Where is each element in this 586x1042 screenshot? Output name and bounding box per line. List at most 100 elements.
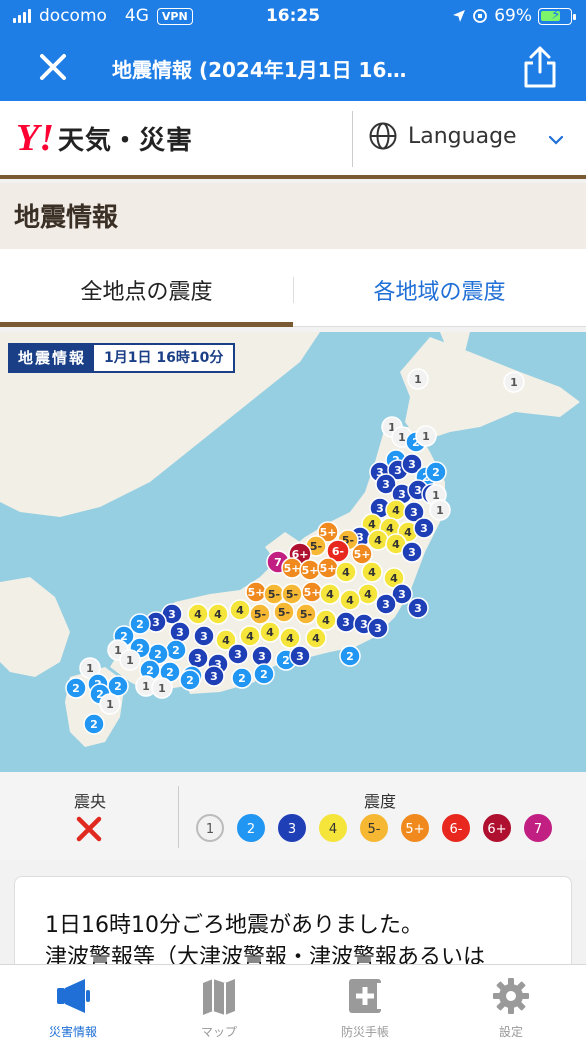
intensity-marker-label: 2: [72, 682, 80, 695]
intensity-marker-label: 4: [286, 632, 294, 645]
tab-by-region[interactable]: 各地域の震度: [293, 249, 586, 327]
intensity-marker-label: 3: [408, 458, 416, 471]
intensity-marker-label: 7: [274, 556, 282, 569]
intensity-marker-label: 1: [142, 680, 150, 693]
intensity-marker-label: 3: [296, 650, 304, 663]
intensity-marker-label: 1: [398, 431, 406, 444]
legend-divider: [178, 786, 179, 848]
intensity-marker-label: 2: [136, 618, 144, 631]
intensity-marker-label: 4: [390, 572, 398, 585]
intensity-marker-label: 6-: [332, 545, 344, 558]
intensity-marker-label: 4: [368, 518, 376, 531]
intensity-marker-label: 4: [222, 634, 230, 647]
intensity-marker-label: 3: [394, 464, 402, 477]
language-label: Language: [408, 123, 517, 149]
intensity-marker-label: 2: [90, 718, 98, 731]
intensity-marker-label: 3: [374, 622, 382, 635]
intensity-marker-label: 3: [200, 630, 208, 643]
intensity-marker-label: 3: [382, 478, 390, 491]
orientation-lock-icon: [473, 9, 488, 23]
first-aid-book-icon: [349, 979, 381, 1013]
intensity-legend-6+: 6+: [483, 814, 511, 842]
intensity-marker-label: 3: [234, 648, 242, 661]
language-selector[interactable]: Language: [368, 121, 517, 151]
intensity-legend-5+: 5+: [401, 814, 429, 842]
map-info-badge: 地震情報 1月1日 16時10分: [8, 343, 236, 373]
intensity-legend-3: 3: [278, 814, 306, 842]
bottom-tab-bar: 災害情報 マップ 防災手帳 設定: [0, 964, 586, 1042]
intensity-marker-label: 5-: [278, 606, 290, 619]
intensity-marker-label: 4: [342, 566, 350, 579]
summary-line-1: 1日16時10分ごろ地震がありました。: [45, 913, 423, 938]
page-title: 地震情報: [14, 203, 119, 233]
intensity-marker-label: 2: [146, 664, 154, 677]
intensity-marker-label: 4: [246, 630, 254, 643]
intensity-legend-4: 4: [319, 814, 347, 842]
intensity-marker-label: 5+: [302, 564, 319, 577]
intensity-legend-1: 1: [196, 814, 224, 842]
intensity-marker-label: 3: [258, 650, 266, 663]
intensity-marker-label: 5-: [268, 588, 280, 601]
intensity-marker-label: 1: [106, 698, 114, 711]
intensity-marker-label: 2: [172, 644, 180, 657]
intensity-marker-label: 1: [126, 654, 134, 667]
intensity-marker-label: 1: [86, 662, 94, 675]
intensity-marker-label: 4: [194, 608, 202, 621]
intensity-marker-label: 4: [266, 626, 274, 639]
tabbar-map[interactable]: マップ: [146, 965, 292, 1042]
tabbar-disaster-info[interactable]: 災害情報: [0, 965, 146, 1042]
intensity-marker-label: 4: [404, 526, 412, 539]
intensity-marker-label: 3: [398, 488, 406, 501]
intensity-marker-label: 5+: [354, 548, 371, 561]
map-canvas: 111121233322333334314443344315+5-6-5+5-6…: [0, 332, 580, 747]
tab-all-points[interactable]: 全地点の震度: [0, 249, 293, 327]
intensity-marker-label: 4: [322, 614, 330, 627]
intensity-marker-label: 3: [210, 670, 218, 683]
intensity-marker-label: 3: [420, 522, 428, 535]
intensity-marker-label: 3: [410, 506, 418, 519]
intensity-marker-label: 1: [422, 430, 430, 443]
intensity-legend-2: 2: [237, 814, 265, 842]
intensity-marker-label: 5+: [320, 526, 337, 539]
intensity-marker-label: 2: [238, 672, 246, 685]
intensity-marker-label: 4: [346, 594, 354, 607]
intensity-marker-label: 4: [236, 604, 244, 617]
intensity-tabs: 全地点の震度 各地域の震度: [0, 249, 586, 327]
map-badge-datetime: 1月1日 16時10分: [104, 350, 224, 366]
intensity-marker-label: 4: [374, 534, 382, 547]
epicenter-legend-title: 震央: [73, 792, 106, 811]
seismic-intensity-map[interactable]: 111121233322333334314443344315+5-6-5+5-6…: [0, 332, 586, 772]
intensity-marker-label: 5+: [304, 586, 321, 599]
intensity-marker-label: 5+: [284, 562, 301, 575]
map-legend: 震央 震度 1 2 3 4 5- 5+ 6- 6+ 7: [0, 772, 586, 860]
battery-icon: ⚡: [538, 7, 576, 25]
share-icon[interactable]: [520, 44, 560, 90]
intensity-marker-label: 3: [176, 626, 184, 639]
intensity-marker-label: 3: [408, 546, 416, 559]
intensity-marker-label: 4: [312, 632, 320, 645]
intensity-scale: 1 2 3 4 5- 5+ 6- 6+ 7: [196, 814, 552, 842]
intensity-marker-label: 2: [166, 666, 174, 679]
chevron-down-icon[interactable]: [548, 134, 564, 146]
intensity-marker-label: 1: [436, 504, 444, 517]
intensity-legend-title: 震度: [363, 792, 396, 811]
close-icon[interactable]: [34, 48, 72, 86]
service-name: 天気・災害: [58, 125, 194, 156]
intensity-marker-label: 5+: [248, 586, 265, 599]
intensity-marker-label: 2: [154, 648, 162, 661]
tabbar-label: マップ: [200, 1025, 237, 1039]
intensity-marker-label: 5+: [320, 562, 337, 575]
intensity-marker-label: 5-: [310, 540, 322, 553]
megaphone-icon: [57, 979, 90, 1013]
intensity-marker-label: 3: [376, 502, 384, 515]
intensity-marker-label: 2: [114, 680, 122, 693]
tabbar-disaster-handbook[interactable]: 防災手帳: [292, 965, 438, 1042]
intensity-marker-label: 3: [360, 618, 368, 631]
yahoo-weather-logo[interactable]: Y! 天気・災害: [16, 119, 193, 157]
tabbar-settings[interactable]: 設定: [438, 965, 584, 1042]
epicenter-cross-icon: [76, 816, 102, 842]
logo-mark: Y!: [16, 117, 54, 159]
intensity-marker-label: 1: [510, 376, 518, 389]
header-divider: [352, 111, 353, 167]
intensity-marker-label: 2: [260, 668, 268, 681]
